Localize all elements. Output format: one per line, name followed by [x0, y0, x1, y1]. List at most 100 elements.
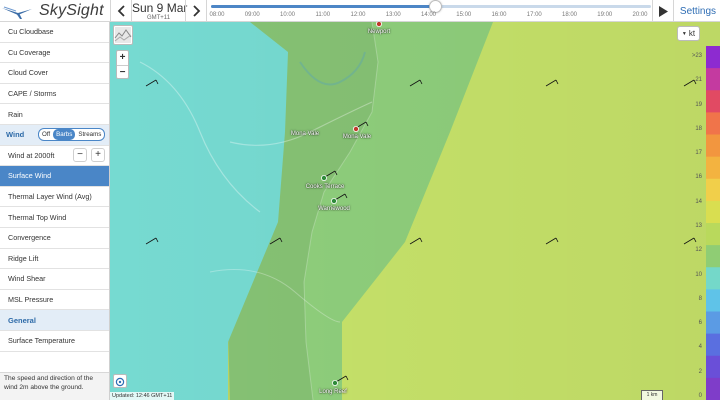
top-bar: SkySight Sun 9 Mar GMT+11 08:00 09:00 10:0…: [0, 0, 720, 22]
legend-label: 13: [695, 223, 702, 229]
sidebar-item-msl-pressure[interactable]: MSL Pressure: [0, 290, 109, 311]
station-marker[interactable]: [330, 197, 337, 204]
wind-option-off[interactable]: Off: [39, 129, 53, 140]
legend-swatch: [706, 46, 720, 69]
skysight-app: SkySight Sun 9 Mar GMT+11 08:00 09:00 10:0…: [0, 0, 720, 400]
legend-swatch: [706, 355, 720, 379]
sidebar-item-cloud-cover[interactable]: Cloud Cover: [0, 63, 109, 84]
station-marker[interactable]: [376, 22, 382, 27]
time-slider-fill: [211, 5, 436, 8]
skysight-logo[interactable]: SkySight: [0, 0, 110, 22]
time-tick: 11:00: [315, 12, 331, 18]
locate-button[interactable]: [113, 374, 127, 388]
general-section-header: General: [0, 310, 109, 331]
time-tick: 10:00: [279, 12, 296, 18]
legend-label: 19: [695, 101, 702, 108]
legend-swatch: [706, 333, 720, 357]
station-marker[interactable]: [352, 126, 359, 133]
altitude-decrease-button[interactable]: −: [73, 148, 87, 163]
zoom-control: + −: [116, 50, 129, 79]
wind-speed-legend: [706, 46, 720, 400]
sidebar-item-surface-wind[interactable]: Surface Wind: [0, 166, 109, 187]
wind-display-toggle: Off Barbs Streams: [38, 128, 106, 142]
sidebar-item-thermal-top-wind[interactable]: Thermal Top Wind: [0, 207, 109, 228]
legend-swatch: [706, 245, 720, 268]
sidebar-item-wind-shear[interactable]: Wind Shear: [0, 269, 109, 290]
map-style-button[interactable]: [113, 25, 133, 45]
chevron-left-icon: [117, 5, 125, 17]
legend-label: 21: [695, 77, 702, 84]
sidebar-item-cu-coverage[interactable]: Cu Coverage: [0, 43, 109, 64]
locate-icon: [115, 377, 125, 387]
legend-swatch: [706, 68, 720, 91]
sidebar-item-thermal-layer-wind-avg[interactable]: Thermal Layer Wind (Avg): [0, 187, 109, 208]
sidebar-item-convergence[interactable]: Convergence: [0, 228, 109, 249]
place-label: Long Reef: [319, 389, 347, 395]
station-marker[interactable]: [331, 379, 338, 386]
legend-swatch: [706, 178, 720, 202]
legend-swatch: [706, 377, 720, 400]
app-name: SkySight: [39, 2, 104, 19]
zoom-out-button[interactable]: −: [117, 65, 128, 79]
legend-swatch: [706, 289, 720, 312]
wind-altitude-label: Wind at 2000ft: [8, 150, 55, 160]
layer-sidebar: Cu Cloudbase Cu Coverage Cloud Cover CAPE /…: [0, 22, 110, 400]
wind-section-header: Wind Off Barbs Streams: [0, 124, 109, 146]
units-value: kt: [688, 29, 696, 38]
legend-label: 14: [695, 198, 702, 205]
wind-section-label: Wind: [6, 130, 25, 140]
time-tick: 08:00: [209, 12, 225, 18]
chevron-right-icon: [192, 5, 200, 17]
play-icon: [659, 5, 668, 17]
map-scale: 1 km: [641, 390, 663, 400]
date-label: Sun 9 Mar: [132, 1, 188, 15]
time-tick: 14:00: [420, 12, 437, 18]
time-tick: 13:00: [385, 12, 401, 18]
terrain-shade: [110, 22, 720, 400]
place-label: Newport: [367, 29, 391, 35]
time-tick: 18:00: [561, 12, 578, 18]
time-tick: 20:00: [632, 12, 648, 18]
sidebar-item-surface-temperature[interactable]: Surface Temperature: [0, 331, 109, 352]
place-label: Cooks Terrace: [305, 184, 345, 190]
date-display[interactable]: Sun 9 Mar GMT+11: [132, 0, 188, 22]
legend-label: 0: [698, 393, 702, 399]
legend-swatch: [706, 223, 720, 246]
wind-option-streams[interactable]: Streams: [75, 129, 104, 140]
legend-label: >23: [691, 53, 702, 59]
place-label: Mona Vale: [290, 131, 320, 137]
legend-swatch: [706, 112, 720, 135]
time-tick: 17:00: [526, 12, 542, 18]
legend-label: 18: [695, 125, 702, 132]
legend-label: 6: [698, 320, 702, 327]
zoom-in-button[interactable]: +: [117, 51, 128, 65]
time-tick: 09:00: [244, 12, 260, 18]
time-tick: 15:00: [456, 12, 472, 18]
time-tick: 16:00: [491, 12, 507, 18]
wind-option-barbs[interactable]: Barbs: [53, 129, 76, 141]
units-dropdown[interactable]: ▼ kt: [677, 26, 700, 41]
station-marker[interactable]: [320, 174, 327, 181]
time-tick: 12:00: [350, 12, 366, 18]
play-button[interactable]: [652, 0, 674, 22]
time-tick: 19:00: [597, 12, 613, 18]
legend-label: 17: [695, 150, 702, 157]
time-slider-track[interactable]: [211, 0, 651, 13]
caret-down-icon: ▼: [681, 30, 687, 37]
sidebar-item-cape-storms[interactable]: CAPE / Storms: [0, 84, 109, 105]
legend-label: 16: [695, 174, 702, 181]
next-day-button[interactable]: [185, 0, 207, 22]
legend-label: 8: [698, 295, 702, 302]
legend-label: 10: [695, 271, 702, 278]
time-slider[interactable]: 08:00 09:00 10:00 11:00 12:00 13:00 14:00 15:00…: [207, 0, 651, 22]
sidebar-item-rain[interactable]: Rain: [0, 104, 109, 125]
previous-day-button[interactable]: [110, 0, 132, 22]
updated-timestamp: Updated: 12:46 GMT+11: [110, 392, 175, 400]
legend-label: 2: [698, 368, 702, 375]
settings-button[interactable]: Settings: [676, 0, 720, 22]
wind-altitude-row: Wind at 2000ft − +: [0, 146, 109, 167]
forecast-map[interactable]: [110, 22, 720, 400]
sidebar-item-cu-cloudbase[interactable]: Cu Cloudbase: [0, 22, 109, 43]
sidebar-item-ridge-lift[interactable]: Ridge Lift: [0, 249, 109, 270]
altitude-increase-button[interactable]: +: [91, 148, 105, 163]
